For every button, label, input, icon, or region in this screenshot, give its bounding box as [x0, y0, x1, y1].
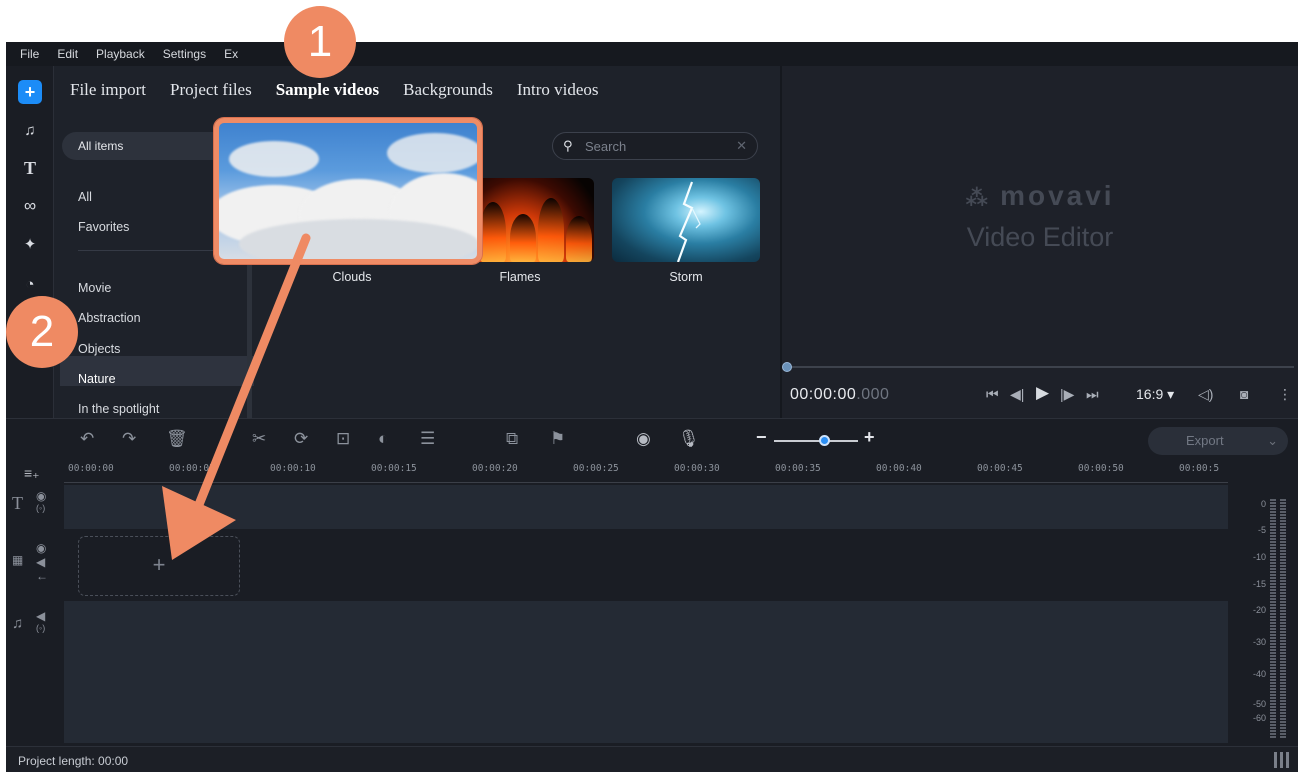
step-1-callout: 1: [284, 6, 356, 78]
drag-arrow: [162, 233, 311, 560]
step-2-callout: 2: [6, 296, 78, 368]
